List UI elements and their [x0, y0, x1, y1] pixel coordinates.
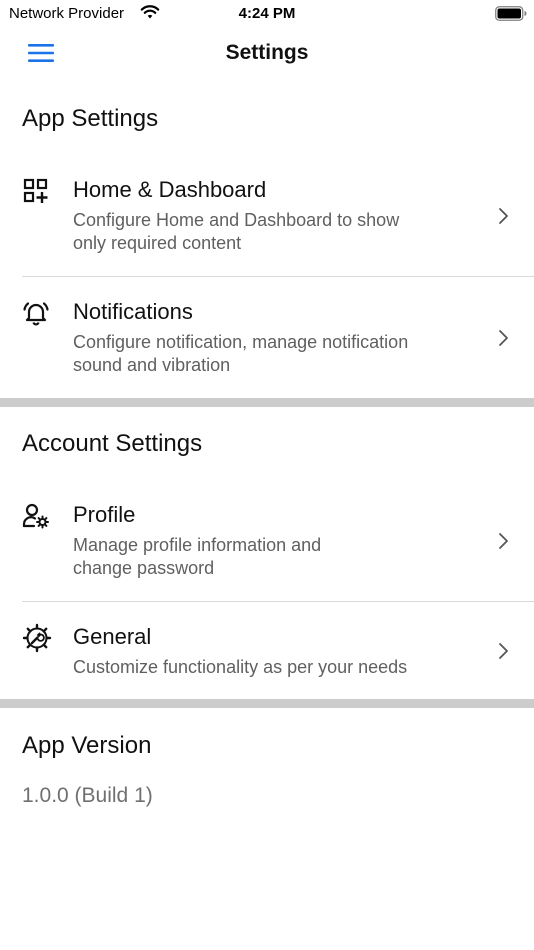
settings-wrench-icon — [22, 623, 52, 653]
page-title: Settings — [225, 41, 309, 64]
general-row[interactable]: General Customize functionality as per y… — [0, 612, 534, 699]
notifications-label: Notifications — [73, 299, 193, 324]
section-divider — [0, 398, 534, 407]
bell-icon — [22, 299, 50, 327]
dashboard-grid-icon — [22, 177, 50, 205]
general-label: General — [73, 624, 152, 649]
profile-row[interactable]: Profile Manage profile information and c… — [0, 490, 534, 600]
home-dashboard-label: Home & Dashboard — [73, 177, 267, 202]
chevron-right-icon — [497, 328, 509, 348]
user-gear-icon — [22, 502, 50, 530]
description-line: sound and vibration — [73, 355, 231, 375]
row-divider — [22, 601, 534, 602]
description-line: Configure Home and Dashboard to show — [73, 210, 400, 230]
notifications-description: Configure notification, manage notificat… — [73, 331, 408, 377]
description-line: change password — [73, 558, 215, 578]
description-line: Configure notification, manage notificat… — [73, 332, 409, 352]
description-line: only required content — [73, 233, 242, 253]
notifications-row[interactable]: Notifications Configure notification, ma… — [0, 287, 534, 397]
description-line: Manage profile information and — [73, 535, 322, 555]
battery-icon — [495, 6, 527, 21]
home-dashboard-row[interactable]: Home & Dashboard Configure Home and Dash… — [0, 165, 534, 275]
app-version-value: 1.0.0 (Build 1) — [22, 784, 153, 807]
description-line: Customize functionality as per your need… — [73, 657, 408, 677]
navigation-bar: Settings — [0, 28, 534, 80]
home-dashboard-description: Configure Home and Dashboard to show onl… — [73, 209, 399, 255]
app-settings-header: App Settings — [22, 105, 159, 132]
account-settings-header: Account Settings — [22, 430, 203, 457]
profile-description: Manage profile information and change pa… — [73, 534, 321, 580]
chevron-right-icon — [497, 531, 509, 551]
profile-label: Profile — [73, 502, 136, 527]
status-time: 4:24 PM — [238, 5, 296, 22]
app-version-header: App Version — [22, 732, 152, 759]
chevron-right-icon — [497, 641, 509, 661]
section-divider — [0, 699, 534, 708]
status-bar: Network Provider 4:24 PM — [0, 0, 534, 28]
row-divider — [22, 276, 534, 277]
chevron-right-icon — [497, 206, 509, 226]
general-description: Customize functionality as per your need… — [73, 656, 407, 679]
